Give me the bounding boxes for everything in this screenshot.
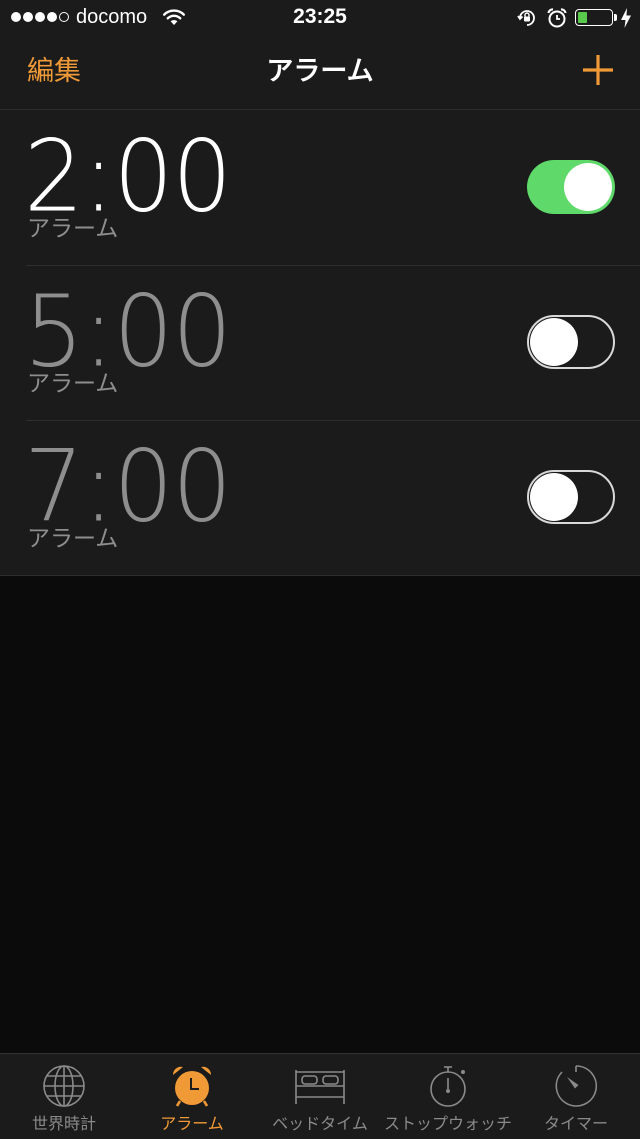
tab-label: アラーム: [160, 1114, 224, 1133]
alarm-list: 2:00 アラーム 5:00 アラーム 7:00 アラーム: [0, 110, 640, 576]
tab-label: ベッドタイム: [272, 1114, 368, 1133]
tab-alarm[interactable]: アラーム: [128, 1054, 256, 1139]
tab-label: ストップウォッチ: [384, 1114, 513, 1133]
alarm-label: アラーム: [27, 216, 119, 242]
toggle-knob: [530, 473, 578, 521]
edit-button[interactable]: 編集: [27, 53, 81, 91]
alarm-row[interactable]: 5:00 アラーム: [0, 265, 640, 420]
stopwatch-icon: [430, 1066, 466, 1107]
alarm-clock-icon: [172, 1066, 212, 1107]
add-alarm-button[interactable]: [578, 50, 618, 90]
toggle-knob: [564, 163, 612, 211]
tab-stopwatch[interactable]: ストップウォッチ: [384, 1054, 512, 1139]
tab-bar: 世界時計 アラーム ベッドタイム ストップウォッチ タイマー: [0, 1053, 640, 1139]
orientation-lock-icon: [517, 10, 535, 26]
tab-label: タイマー: [543, 1114, 608, 1133]
tab-bedtime[interactable]: ベッドタイム: [256, 1054, 384, 1139]
alarm-toggle[interactable]: [527, 315, 615, 369]
page-title: アラーム: [266, 56, 374, 87]
battery-icon: [575, 9, 613, 26]
alarm-toggle[interactable]: [527, 160, 615, 214]
globe-icon: [43, 1065, 85, 1107]
alarm-status-icon: [547, 8, 567, 28]
toggle-knob: [530, 318, 578, 366]
alarm-row[interactable]: 2:00 アラーム: [0, 110, 640, 265]
battery-nub: [614, 14, 617, 21]
charging-icon: [621, 8, 631, 28]
alarm-label: アラーム: [27, 526, 119, 552]
alarm-label: アラーム: [27, 371, 119, 397]
timer-icon: [555, 1065, 598, 1107]
plus-icon: [583, 55, 613, 85]
status-bar: docomo 23:25: [0, 0, 640, 36]
status-time: 23:25: [293, 5, 347, 28]
battery-level: [578, 12, 587, 23]
bed-icon: [295, 1070, 345, 1104]
navigation-bar: 編集 アラーム: [0, 36, 640, 110]
tab-timer[interactable]: タイマー: [512, 1054, 640, 1139]
alarm-toggle[interactable]: [527, 470, 615, 524]
tab-label: 世界時計: [31, 1114, 96, 1133]
tab-world-clock[interactable]: 世界時計: [0, 1054, 128, 1139]
alarm-row[interactable]: 7:00 アラーム: [0, 420, 640, 575]
